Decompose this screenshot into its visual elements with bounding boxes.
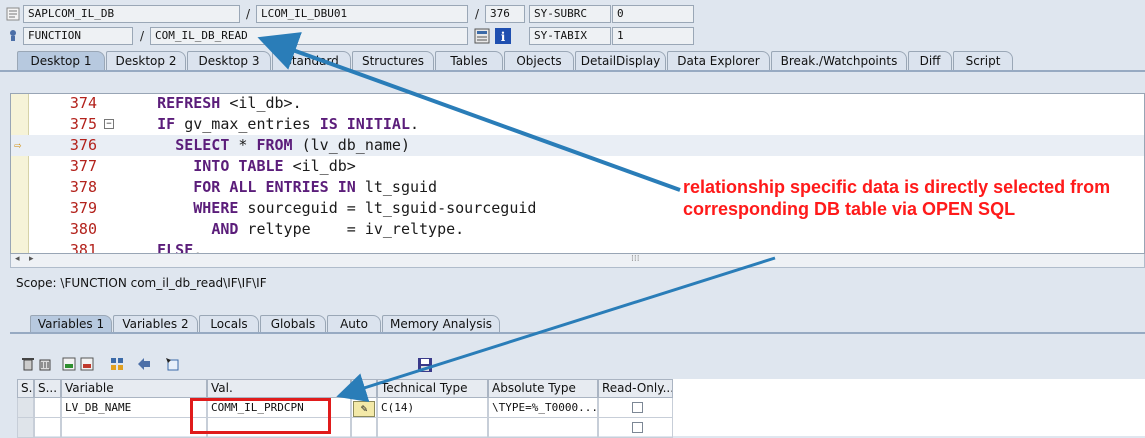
arrow-to-function-name — [257, 32, 681, 192]
arrow-to-value — [336, 256, 776, 403]
annotation-arrows — [257, 32, 776, 403]
